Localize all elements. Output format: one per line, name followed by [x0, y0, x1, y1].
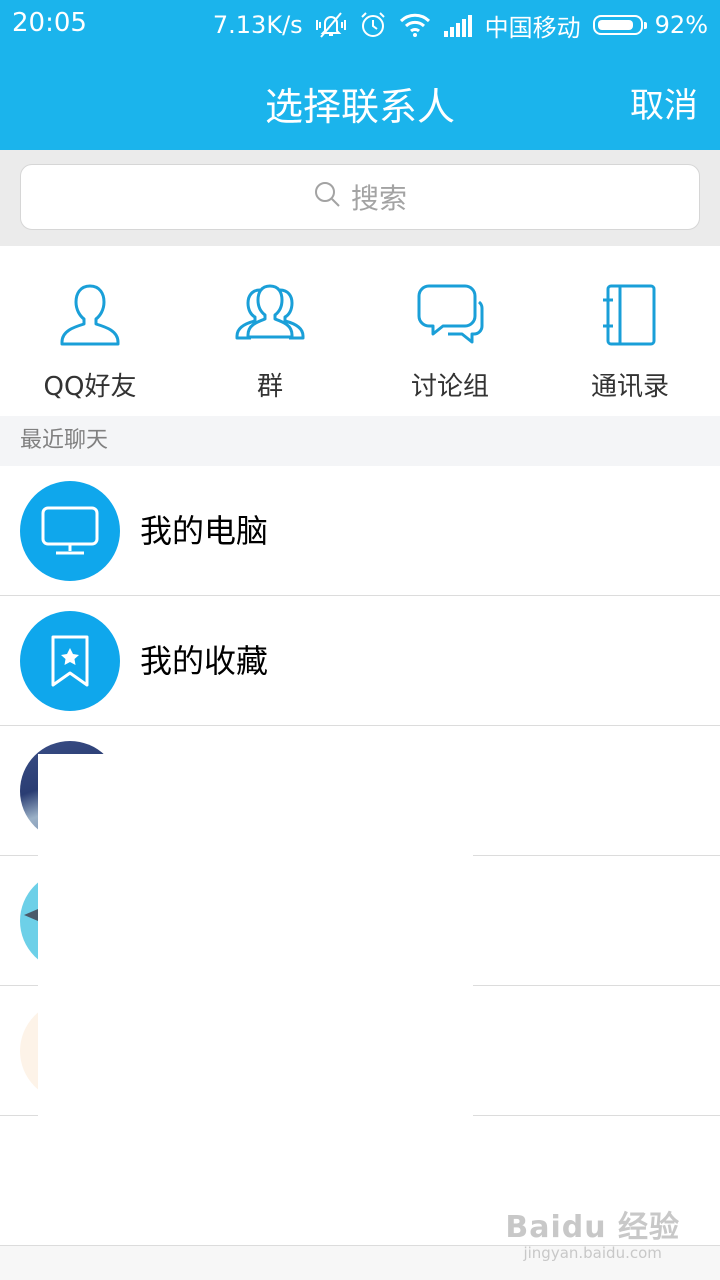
chat-bubbles-icon: [410, 280, 490, 350]
group-icon: [230, 280, 310, 350]
battery-percent: 92%: [654, 11, 708, 39]
monitor-icon: [20, 481, 120, 581]
mute-vibrate-icon: [315, 11, 347, 39]
list-item-name: 我的电脑: [140, 512, 269, 550]
signal-icon: [443, 13, 473, 37]
bookmark-star-icon: [20, 611, 120, 711]
category-groups[interactable]: 群: [180, 246, 360, 416]
status-time: 20:05: [12, 8, 87, 38]
contact-categories: QQ好友 群 讨论组 通讯录: [0, 246, 720, 416]
recent-chats-header: 最近聊天: [0, 416, 720, 466]
list-item-my-computer[interactable]: 我的电脑: [0, 466, 720, 596]
cancel-button[interactable]: 取消: [630, 78, 698, 127]
category-label: 群: [256, 372, 283, 402]
battery-icon: [592, 15, 647, 35]
redaction-overlay: [38, 754, 473, 1118]
category-address-book[interactable]: 通讯录: [540, 246, 720, 416]
carrier-name: 中国移动: [484, 13, 581, 42]
category-label: 通讯录: [590, 372, 669, 402]
person-icon: [50, 280, 130, 350]
status-right: 7.13K/s 中国移动 92%: [213, 8, 708, 42]
battery-fill: [597, 20, 633, 30]
status-bar: 20:05 7.13K/s 中国移动 92%: [0, 0, 720, 50]
search-placeholder: 搜索: [350, 182, 407, 215]
search-input[interactable]: 搜索: [20, 164, 700, 230]
search-area: 搜索: [0, 150, 720, 246]
search-icon: [313, 180, 341, 215]
watermark-brand: Baidu 经验: [505, 1210, 680, 1245]
category-label: 讨论组: [410, 372, 489, 402]
category-label: QQ好友: [43, 372, 137, 402]
watermark-url: jingyan.baidu.com: [523, 1244, 662, 1262]
list-item-name: 我的收藏: [140, 642, 269, 680]
top-bar: 20:05 7.13K/s 中国移动 92% 选择联系人 取消: [0, 0, 720, 150]
network-speed: 7.13K/s: [212, 11, 303, 39]
wifi-icon: [399, 12, 431, 38]
address-book-icon: [590, 280, 670, 350]
watermark: Baidu 经验 jingyan.baidu.com: [505, 1202, 680, 1262]
category-discussion[interactable]: 讨论组: [360, 246, 540, 416]
page-title: 选择联系人: [264, 85, 455, 129]
alarm-icon: [359, 11, 387, 39]
list-item-my-favorites[interactable]: 我的收藏: [0, 596, 720, 726]
category-qq-friends[interactable]: QQ好友: [0, 246, 180, 416]
